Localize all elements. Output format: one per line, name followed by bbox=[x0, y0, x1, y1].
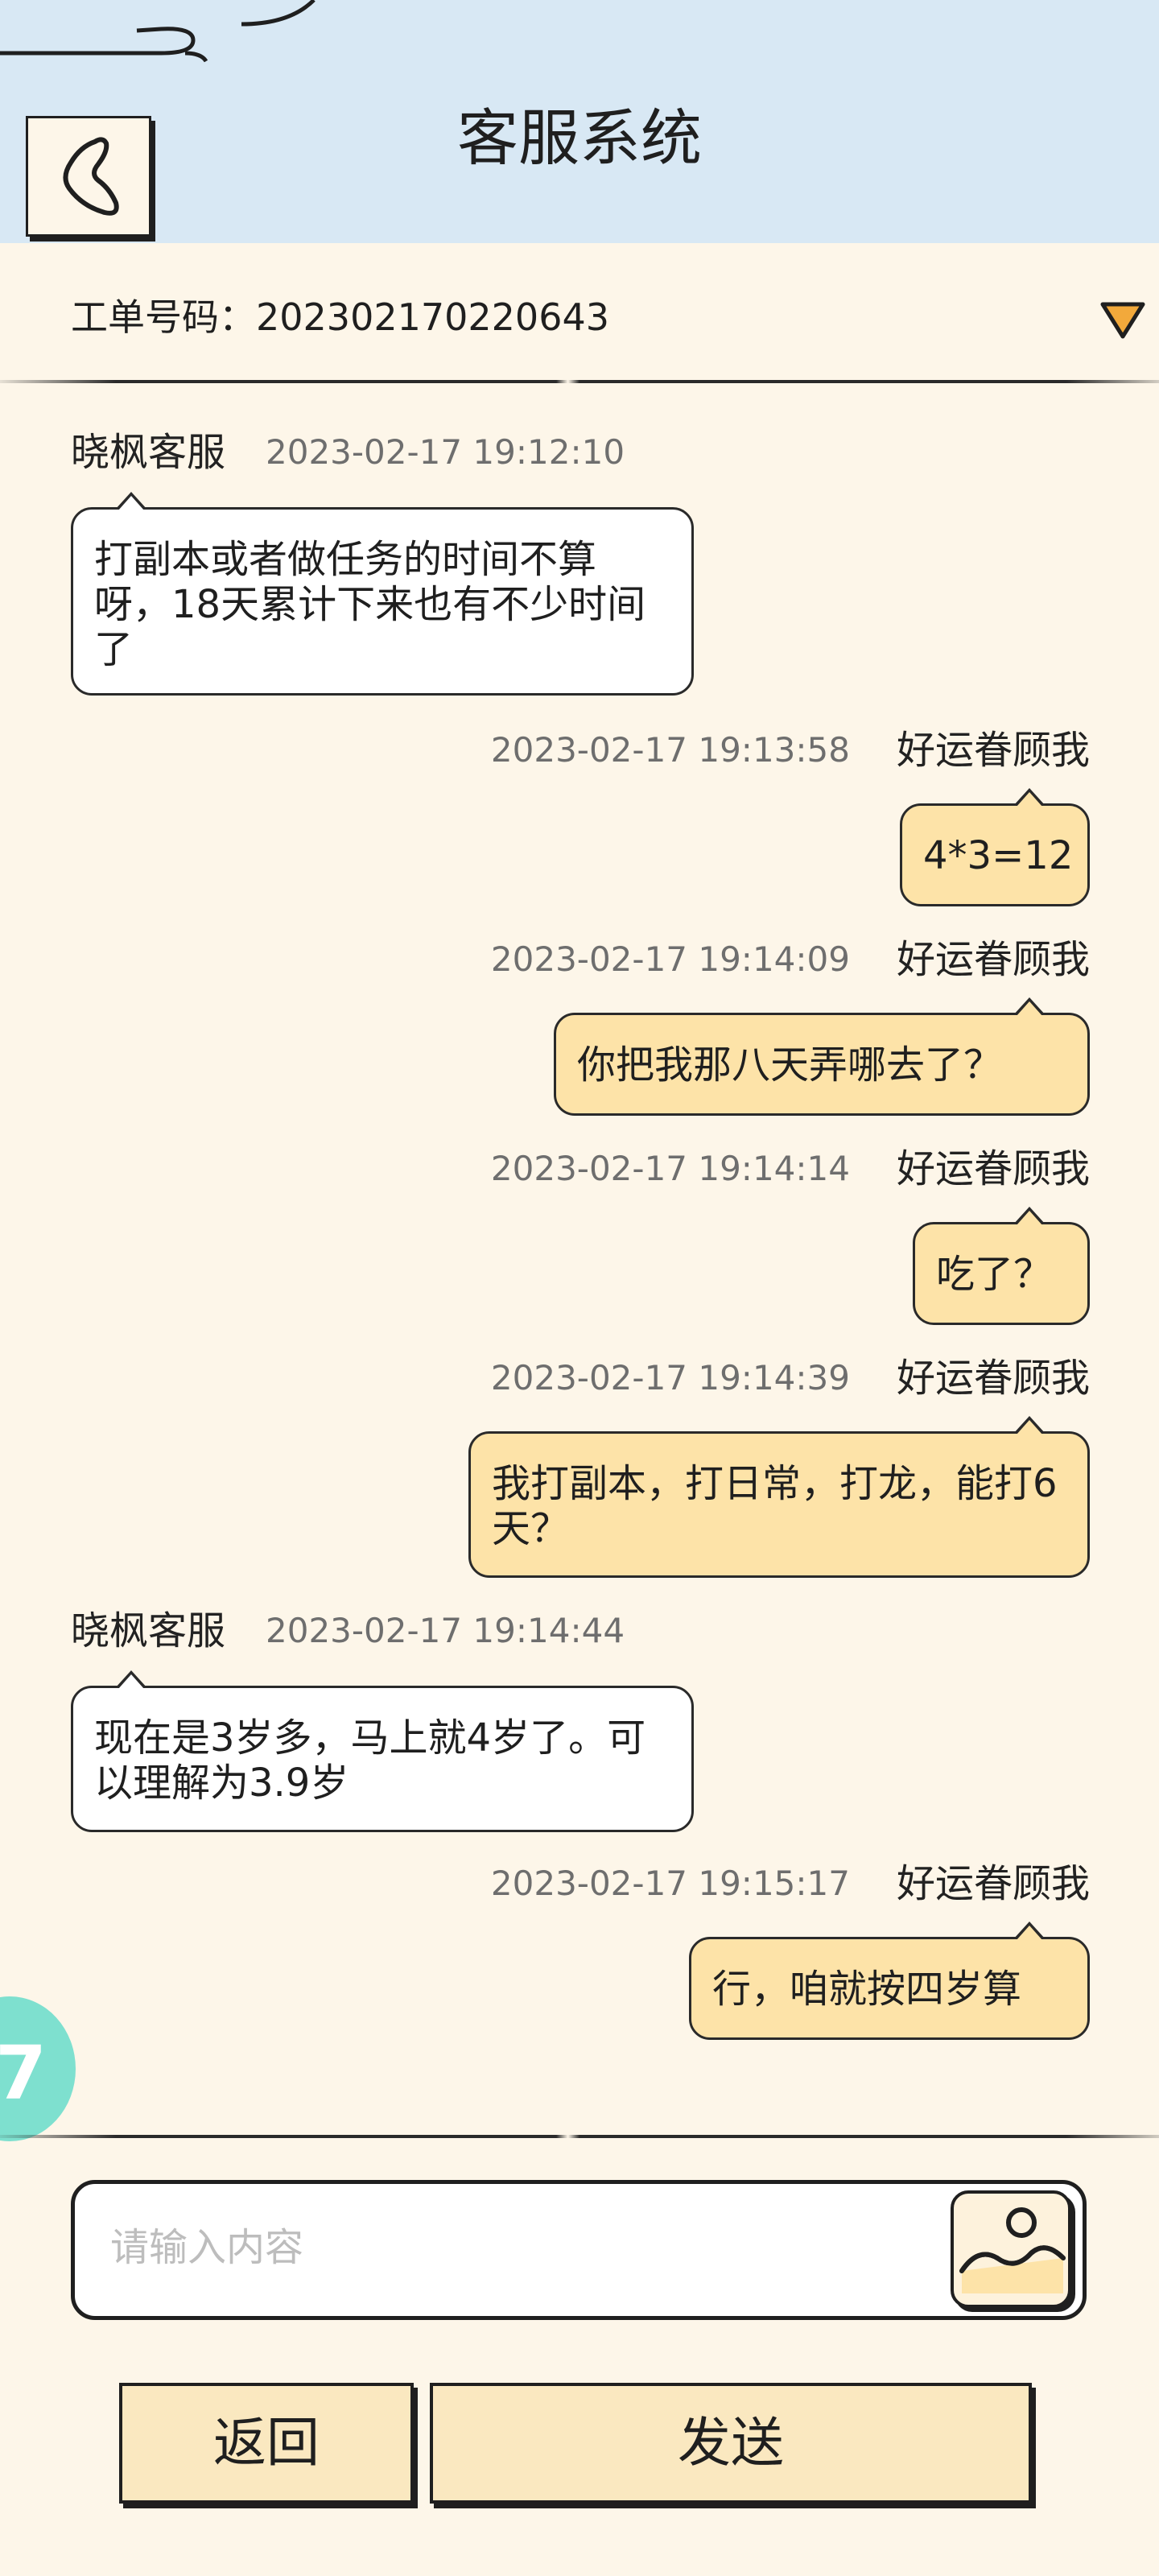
message-time: 2023-02-17 19:15:17 bbox=[490, 1864, 850, 1903]
header-bar: 客服系统 bbox=[0, 0, 1159, 243]
page-title: 客服系统 bbox=[457, 102, 702, 174]
image-upload-icon bbox=[959, 2207, 1066, 2293]
return-button[interactable]: 返回 bbox=[119, 2383, 414, 2504]
chat-log[interactable]: 晓枫客服 2023-02-17 19:12:10 打副本或者做任务的时间不算呀，… bbox=[0, 380, 1159, 2135]
message-time: 2023-02-17 19:12:10 bbox=[266, 432, 625, 472]
send-button[interactable]: 发送 bbox=[430, 2383, 1032, 2504]
ticket-number-label: 工单号码：202302170220643 bbox=[71, 295, 609, 339]
message-bubble[interactable]: 4*3=12 bbox=[900, 788, 1090, 906]
sender-name: 好运眷顾我 bbox=[896, 1861, 1090, 1906]
message-input-box bbox=[71, 2180, 1087, 2320]
sender-name: 好运眷顾我 bbox=[896, 728, 1090, 773]
floating-helper-icon: 7 bbox=[0, 2030, 47, 2116]
message-time: 2023-02-17 19:13:58 bbox=[490, 730, 850, 770]
message-bubble[interactable]: 我打副本，打日常，打龙，能打6天？ bbox=[468, 1416, 1090, 1578]
cloud-doodle-icon bbox=[0, 0, 316, 63]
sender-name: 好运眷顾我 bbox=[896, 1356, 1090, 1401]
sender-name: 晓枫客服 bbox=[71, 1608, 226, 1653]
triangle-down-icon[interactable] bbox=[1099, 299, 1146, 341]
message-time: 2023-02-17 19:14:44 bbox=[266, 1611, 625, 1650]
message-bubble[interactable]: 打副本或者做任务的时间不算呀，18天累计下来也有不少时间了 bbox=[71, 492, 694, 696]
message-user: 2023-02-17 19:15:17 好运眷顾我 行，咱就按四岁算 bbox=[0, 1860, 1159, 2040]
message-time: 2023-02-17 19:14:09 bbox=[490, 939, 850, 979]
sender-name: 好运眷顾我 bbox=[896, 1146, 1090, 1191]
message-bubble[interactable]: 行，咱就按四岁算 bbox=[689, 1922, 1090, 2040]
message-input[interactable] bbox=[110, 2195, 931, 2300]
sender-name: 好运眷顾我 bbox=[896, 937, 1090, 982]
ticket-bar[interactable]: 工单号码：202302170220643 bbox=[0, 243, 1159, 380]
message-bubble[interactable]: 吃了？ bbox=[913, 1207, 1090, 1325]
image-upload-button[interactable] bbox=[951, 2190, 1071, 2308]
message-agent: 晓枫客服 2023-02-17 19:12:10 打副本或者做任务的时间不算呀，… bbox=[0, 428, 1159, 702]
message-time: 2023-02-17 19:14:14 bbox=[490, 1149, 850, 1188]
message-user: 2023-02-17 19:13:58 好运眷顾我 4*3=12 bbox=[0, 726, 1159, 906]
message-agent: 晓枫客服 2023-02-17 19:14:44 现在是3岁多，马上就4岁了。可… bbox=[0, 1607, 1159, 1840]
message-user: 2023-02-17 19:14:39 好运眷顾我 我打副本，打日常，打龙，能打… bbox=[0, 1354, 1159, 1579]
message-user: 2023-02-17 19:14:09 好运眷顾我 你把我那八天弄哪去了？ bbox=[0, 935, 1159, 1116]
message-user: 2023-02-17 19:14:14 好运眷顾我 吃了？ bbox=[0, 1145, 1159, 1325]
message-bubble[interactable]: 你把我那八天弄哪去了？ bbox=[554, 997, 1090, 1116]
sender-name: 晓枫客服 bbox=[71, 430, 226, 475]
divider-bottom bbox=[0, 2135, 1159, 2138]
message-bubble[interactable]: 现在是3岁多，马上就4岁了。可以理解为3.9岁 bbox=[71, 1670, 694, 1832]
message-time: 2023-02-17 19:14:39 bbox=[490, 1358, 850, 1397]
